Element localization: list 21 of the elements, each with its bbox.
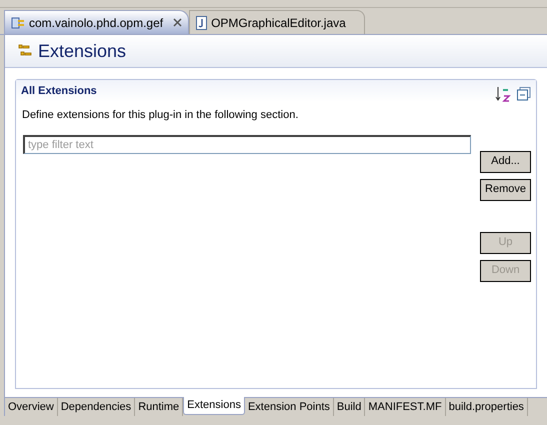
section-title: All Extensions: [21, 84, 97, 99]
collapse-all-icon[interactable]: [517, 87, 531, 101]
page-tab[interactable]: MANIFEST.MF: [365, 398, 446, 416]
page-tab[interactable]: Extension Points: [244, 398, 334, 416]
section-description: Define extensions for this plug-in in the following section.: [21, 108, 300, 123]
page-tab[interactable]: Dependencies: [58, 398, 136, 416]
close-icon[interactable]: [173, 18, 182, 27]
sort-alphabetical-icon[interactable]: [495, 86, 511, 102]
page-tab[interactable]: Extensions: [183, 397, 245, 415]
page-tab[interactable]: Build: [334, 398, 366, 416]
editor-tab[interactable]: OPMGraphicalEditor.java: [189, 10, 365, 34]
extensions-icon: [18, 44, 32, 58]
plugin-icon: [11, 16, 25, 30]
java-file-icon: [196, 16, 208, 30]
filter-field[interactable]: type filter text: [23, 134, 471, 154]
page-title: Extensions: [38, 40, 126, 62]
editor-tab[interactable]: com.vainolo.phd.opm.gef: [4, 10, 190, 34]
page-tab[interactable]: Overview: [5, 398, 58, 416]
action-button[interactable]: Add...: [480, 150, 531, 172]
page-tab[interactable]: build.properties: [446, 398, 528, 416]
action-button[interactable]: Remove: [480, 178, 531, 200]
